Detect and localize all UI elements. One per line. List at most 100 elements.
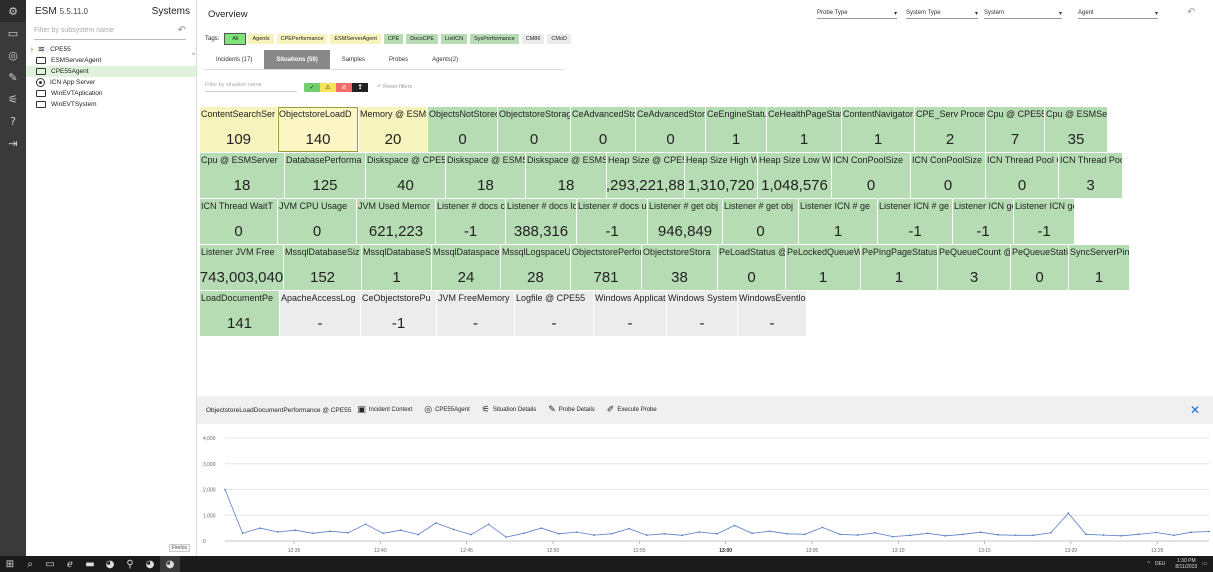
tag-esmserveragent[interactable]: ESMServerAgent: [330, 34, 381, 44]
tag-listicn[interactable]: ListICN: [441, 34, 468, 44]
explorer-icon[interactable]: ▬: [80, 556, 100, 572]
task-view-icon[interactable]: ▭: [40, 556, 60, 572]
system-select[interactable]: System ▾: [984, 8, 1062, 19]
situation-tile[interactable]: ICN Thread WaitT 0: [200, 199, 277, 244]
situation-tile[interactable]: CeObjectstorePu -1: [361, 291, 436, 336]
logout-icon[interactable]: ⇥: [0, 132, 26, 154]
warning-filter-icon[interactable]: ⚠: [320, 82, 336, 92]
tag-cm86[interactable]: CM86: [521, 34, 545, 44]
situation-tile[interactable]: Diskspace @ ESMS 18: [446, 153, 525, 198]
info-filter-icon[interactable]: ❢: [352, 82, 368, 92]
tag-cpeperformance[interactable]: CPEPerformance: [276, 34, 328, 44]
check-filter-icon[interactable]: ✓: [304, 83, 320, 92]
firefox-icon[interactable]: ◕: [140, 556, 160, 572]
situation-tile[interactable]: Diskspace @ ESMS 18: [526, 153, 606, 198]
situation-tile[interactable]: Diskspace @ CPE5 40: [366, 153, 445, 198]
situation-tile[interactable]: Windows Applicat -: [594, 291, 666, 336]
situation-tile[interactable]: ObjectstoreStora 38: [642, 245, 717, 290]
situation-tile[interactable]: ObjectstoreLoadD 140: [278, 107, 358, 152]
error-filter-icon[interactable]: ⊘: [336, 82, 352, 92]
tree-node[interactable]: WinEVTSystem: [26, 99, 196, 110]
situation-tile[interactable]: Heap Size @ CPE55CP 1,293,221,888: [607, 153, 684, 198]
tab-samples[interactable]: Samples: [330, 50, 377, 69]
situation-tile[interactable]: SyncServerPingPa 1: [1069, 245, 1129, 290]
tree-node[interactable]: ESMServerAgent: [26, 55, 196, 66]
situation-tile[interactable]: PeLockedQueueW 1: [786, 245, 860, 290]
situation-tile[interactable]: Windows System -: [667, 291, 737, 336]
situation-tile[interactable]: LoadDocumentPe 141: [200, 291, 279, 336]
situation-tile[interactable]: ICN ConPoolSize 0: [832, 153, 910, 198]
situation-tile[interactable]: ICN Thread Pool Si 3: [1059, 153, 1122, 198]
reset-filters-button[interactable]: ↶ Reset filters: [377, 84, 412, 90]
language-indicator[interactable]: DEU: [1155, 561, 1166, 567]
situation-tile[interactable]: ContentSearchSer 109: [200, 107, 277, 152]
situation-tile[interactable]: Listener ICN # ge 1: [799, 199, 877, 244]
tag-all[interactable]: All: [224, 33, 247, 45]
tree-node[interactable]: › ≋ CPE55: [26, 44, 196, 55]
monitor-icon[interactable]: ▭: [0, 22, 26, 44]
agent-select[interactable]: Agent ▾: [1078, 8, 1158, 19]
situation-tile[interactable]: Cpu @ ESMServer 35: [1045, 107, 1107, 152]
probe-type-select[interactable]: Probe Type ▾: [817, 8, 897, 19]
situation-filter-input[interactable]: Filter by situation name: [205, 82, 297, 92]
tab-situations[interactable]: Situations (59): [264, 50, 330, 69]
situation-tile[interactable]: MssqlLogspaceUs 28: [501, 245, 570, 290]
situation-tile[interactable]: ObjectstoreStorag 0: [498, 107, 570, 152]
close-icon[interactable]: ✕: [1190, 403, 1200, 417]
start-icon[interactable]: ⊞: [0, 556, 20, 572]
situation-tile[interactable]: ICN Thread Pool C 0: [986, 153, 1058, 198]
tag-cmod[interactable]: CMoD: [547, 34, 571, 44]
search-icon[interactable]: ⌕: [20, 556, 40, 572]
tree-node[interactable]: ICN App Server: [26, 77, 196, 88]
probe-details-button[interactable]: ✎ Probe Details: [548, 405, 595, 415]
situation-tile[interactable]: PePingPageStatus 1: [861, 245, 937, 290]
firefox-icon[interactable]: ◕: [100, 556, 120, 572]
situation-tile[interactable]: PeLoadStatus @ 0: [718, 245, 785, 290]
situations-icon[interactable]: ⚟: [0, 88, 26, 110]
situation-tile[interactable]: CeEngineStatus 1: [706, 107, 766, 152]
situation-tile[interactable]: Listener JVM Free 743,003,040: [200, 245, 283, 290]
situation-tile[interactable]: Cpu @ CPE55Age 7: [986, 107, 1044, 152]
tab-agents[interactable]: Agents(2): [420, 50, 470, 69]
help-icon[interactable]: ?: [0, 110, 26, 132]
incident-context-button[interactable]: ▣ Incident Context: [357, 405, 412, 415]
situation-tile[interactable]: CeAdvancedStora 0: [571, 107, 635, 152]
situation-tile[interactable]: ApacheAccessLog -: [280, 291, 360, 336]
tray-chevron-icon[interactable]: ^: [1147, 561, 1149, 567]
situation-tile[interactable]: ObjectsNotStored 0: [428, 107, 497, 152]
situation-tile[interactable]: Listener # docs c -1: [436, 199, 505, 244]
tab-probes[interactable]: Probes: [377, 50, 420, 69]
situation-tile[interactable]: JVM FreeMemory -: [437, 291, 514, 336]
situation-tile[interactable]: Listener ICN get -1: [1014, 199, 1074, 244]
situation-tile[interactable]: JVM CPU Usage 0: [278, 199, 356, 244]
situation-tile[interactable]: Listener ICN # ge -1: [878, 199, 952, 244]
situation-tile[interactable]: MssqlDataspaceU 24: [432, 245, 500, 290]
situation-tile[interactable]: DatabasePerforma 125: [285, 153, 365, 198]
situation-tile[interactable]: MssqlDatabaseSt 1: [362, 245, 431, 290]
situation-tile[interactable]: Listener # docs u -1: [577, 199, 647, 244]
execute-probe-button[interactable]: ✐ Execute Probe: [607, 405, 657, 415]
tag-agents[interactable]: Agents: [248, 34, 274, 44]
situation-tile[interactable]: ICN ConPoolSize Fr 0: [911, 153, 985, 198]
clock[interactable]: 1:30 PM 8/11/2023: [1170, 558, 1197, 570]
situation-tile[interactable]: MssqlDatabaseSiz 152: [284, 245, 361, 290]
situation-tile[interactable]: Memory @ ESMS 20: [359, 107, 427, 152]
situation-tile[interactable]: JVM Used Memor 621,223: [357, 199, 435, 244]
situation-tile[interactable]: PeQueueStatistic 0: [1011, 245, 1068, 290]
situation-tile[interactable]: Cpu @ ESMServer 18: [200, 153, 284, 198]
situation-tile[interactable]: CeHealthPageStat 1: [767, 107, 841, 152]
notification-icon[interactable]: ▭: [1202, 561, 1207, 567]
tree-node[interactable]: WinEVTAplication: [26, 88, 196, 99]
pencil-icon[interactable]: ✎: [0, 66, 26, 88]
undo-icon[interactable]: ↶: [178, 25, 186, 36]
situation-tile[interactable]: WindowsEventlog -: [738, 291, 806, 336]
cpe55agent-button[interactable]: ◎ CPE55Agent: [424, 405, 470, 415]
tag-sysperformance[interactable]: SysPerformance: [470, 34, 519, 44]
system-type-select[interactable]: System Type ▾: [906, 8, 978, 19]
situation-tile[interactable]: Listener # get obj 946,849: [648, 199, 722, 244]
chevron-right-icon[interactable]: ›: [30, 45, 34, 55]
target-icon[interactable]: ◎: [0, 44, 26, 66]
scroll-up-icon[interactable]: ^: [192, 53, 195, 59]
situation-tile[interactable]: PeQueueCount @ 3: [938, 245, 1010, 290]
situation-tile[interactable]: CeAdvancedStora 0: [636, 107, 705, 152]
